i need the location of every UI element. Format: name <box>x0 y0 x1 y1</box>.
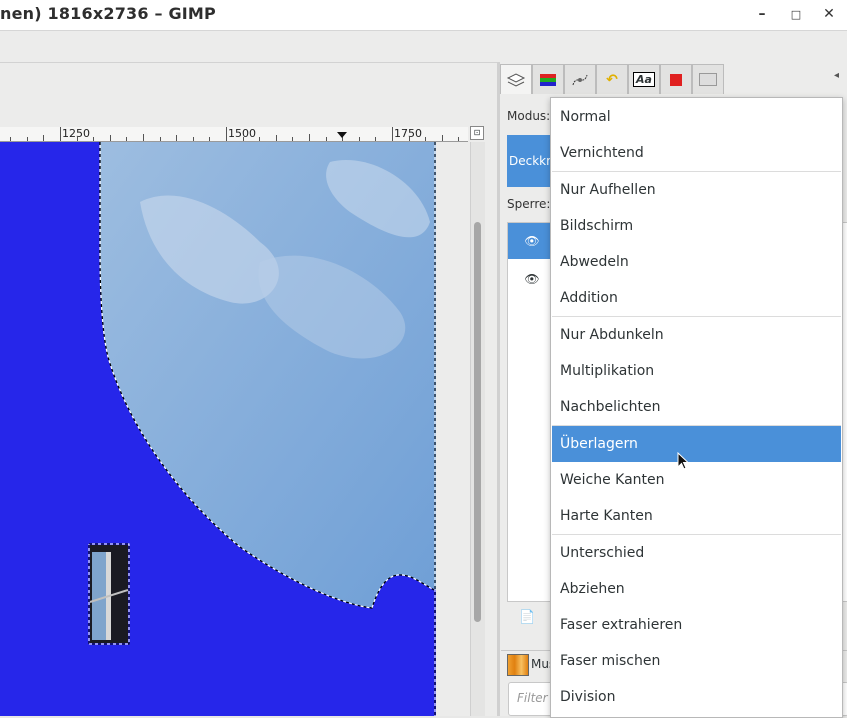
ruler-pointer-marker <box>337 132 347 138</box>
paths-icon <box>572 74 588 85</box>
text-icon: Aa <box>633 72 655 87</box>
blend-mode-item[interactable]: Normal <box>552 99 841 135</box>
scrollbar-thumb[interactable] <box>474 222 481 622</box>
blend-mode-item[interactable]: Bildschirm <box>552 208 841 244</box>
blend-mode-item[interactable]: Abwedeln <box>552 244 841 280</box>
lock-label: Sperre: <box>507 197 551 211</box>
channels-icon <box>540 73 556 86</box>
minimize-button[interactable]: – <box>752 4 772 24</box>
blend-mode-item[interactable]: Nur Abdunkeln <box>552 317 841 353</box>
ruler-label: 1750 <box>394 127 422 140</box>
window-fragment <box>88 543 130 645</box>
title-bar: nen) 1816x2736 – GIMP – □ ✕ <box>0 0 847 31</box>
dock-tabs: ↶ Aa <box>500 64 724 94</box>
blend-mode-item[interactable]: Faser mischen <box>552 643 841 679</box>
blend-mode-item[interactable]: Harte Kanten <box>552 498 841 534</box>
ruler-label: 1250 <box>62 127 90 140</box>
ruler-tick <box>392 127 393 141</box>
mouse-cursor-icon <box>677 452 690 470</box>
pattern-swatch <box>507 654 529 676</box>
ruler-tick <box>60 127 61 141</box>
image-canvas[interactable] <box>0 142 468 716</box>
zoom-to-fit-icon[interactable]: ⊡ <box>470 126 484 140</box>
tab-text[interactable]: Aa <box>628 64 660 94</box>
ruler-label: 1500 <box>228 127 256 140</box>
vertical-scrollbar[interactable] <box>470 142 485 716</box>
eye-icon[interactable]: 👁 <box>524 234 539 248</box>
tab-images[interactable] <box>692 64 724 94</box>
window-title: nen) 1816x2736 – GIMP <box>0 4 216 23</box>
tab-paths[interactable] <box>564 64 596 94</box>
tab-channels[interactable] <box>532 64 564 94</box>
eye-icon[interactable]: 👁 <box>524 272 539 286</box>
filter-placeholder: Filter <box>517 691 548 705</box>
blend-mode-item[interactable]: Überlagern <box>552 426 841 462</box>
ruler-tick <box>226 127 227 141</box>
horizontal-ruler[interactable]: 1250 1500 1750 <box>0 127 468 142</box>
layers-icon <box>506 72 526 87</box>
images-icon <box>699 73 717 86</box>
menu-bar <box>0 31 847 63</box>
blend-mode-item[interactable]: Weiche Kanten <box>552 462 841 498</box>
new-layer-icon[interactable]: 📄 <box>519 610 535 625</box>
color-icon <box>670 73 682 86</box>
canvas-image <box>0 142 468 716</box>
maximize-button[interactable]: □ <box>786 4 806 24</box>
panel-menu-icon[interactable]: ◂ <box>834 70 839 81</box>
opacity-field[interactable]: Deckkr <box>507 135 553 187</box>
blend-mode-item[interactable]: Addition <box>552 280 841 316</box>
blend-mode-item[interactable]: Nachbelichten <box>552 389 841 425</box>
blend-mode-item[interactable]: Vernichtend <box>552 135 841 171</box>
blend-mode-item[interactable]: Multiplikation <box>552 353 841 389</box>
undo-icon: ↶ <box>606 71 618 88</box>
tab-colors[interactable] <box>660 64 692 94</box>
mode-label: Modus: <box>507 109 551 123</box>
close-button[interactable]: ✕ <box>819 4 839 24</box>
blend-mode-item[interactable]: Faser extrahieren <box>552 607 841 643</box>
blend-mode-item[interactable]: Division <box>552 679 841 715</box>
tab-layers[interactable] <box>500 64 532 94</box>
layer-row[interactable]: 👁 <box>508 261 556 297</box>
tab-undo[interactable]: ↶ <box>596 64 628 94</box>
blend-mode-item[interactable]: Abziehen <box>552 571 841 607</box>
blend-mode-item[interactable]: Unterschied <box>552 535 841 571</box>
blend-mode-item[interactable]: Nur Aufhellen <box>552 172 841 208</box>
layer-row[interactable]: 👁 <box>508 223 556 259</box>
blend-mode-dropdown[interactable]: Normal Vernichtend Nur Aufhellen Bildschirm… <box>550 97 843 718</box>
